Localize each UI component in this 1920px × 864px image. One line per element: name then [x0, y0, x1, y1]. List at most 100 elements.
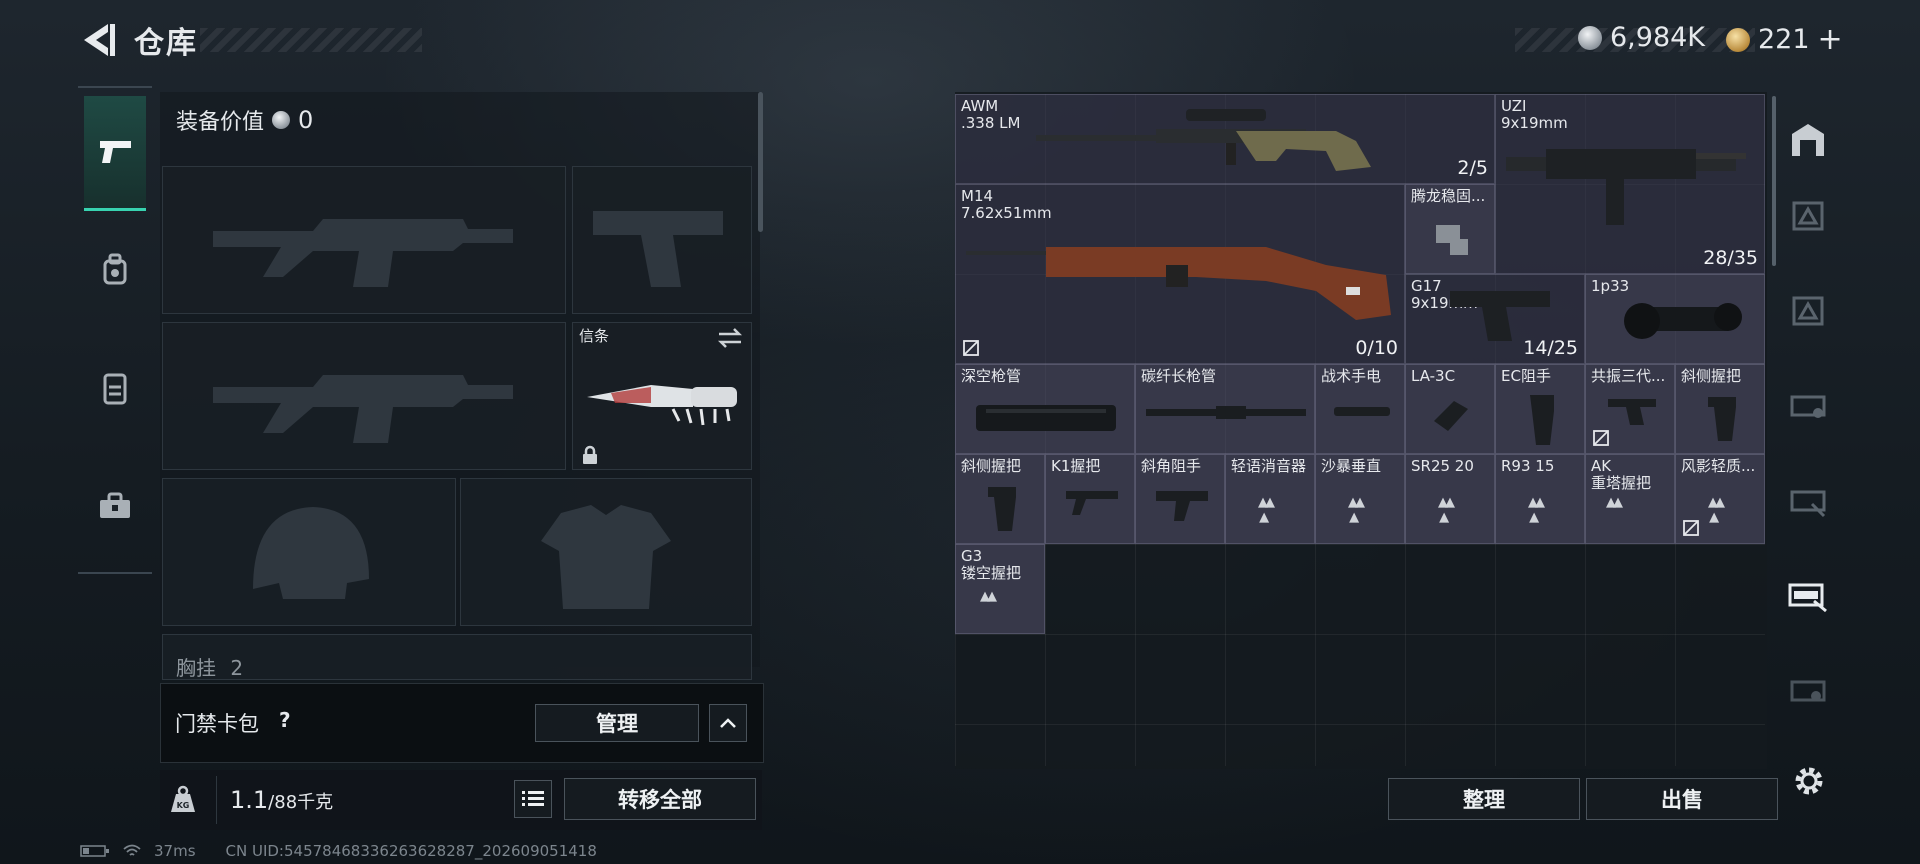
chest-rig-slot[interactable] [162, 634, 752, 680]
tab-storage-1[interactable] [1780, 470, 1836, 530]
svg-text:KG: KG [177, 801, 190, 810]
blueprint-icon: ▲▲ ▲ [1348, 495, 1365, 525]
inventory-item-m14[interactable]: M14 7.62x51mm 0/10 [955, 184, 1405, 364]
item-name: 斜侧握把 [961, 457, 1022, 475]
inventory-item-1p33[interactable]: 1p33 [1585, 274, 1765, 364]
blueprint-icon: ▲▲ [980, 589, 997, 604]
nav-vest[interactable] [84, 332, 146, 444]
inventory-item-long-barrel[interactable]: 碳纤长枪管 [1135, 364, 1315, 454]
gold-currency[interactable]: 221 + [1726, 22, 1843, 57]
expand-button[interactable] [709, 704, 747, 742]
uid-readout: CN UID:545784683362636282​87_20260905141… [225, 842, 597, 860]
tab-storage-5[interactable] [1780, 660, 1836, 720]
inventory-item-stock[interactable]: 腾龙稳固... [1405, 184, 1495, 274]
no-slot-icon [963, 340, 979, 356]
swap-icon[interactable] [717, 327, 743, 349]
vest-icon [103, 373, 127, 405]
title-decoration [200, 28, 422, 52]
inventory-item-flashlight[interactable]: 战术手电 [1315, 364, 1405, 454]
tab-home-storage[interactable] [1780, 110, 1836, 170]
inventory-item-sr25-mag[interactable]: SR25 20 ▲▲ ▲ [1405, 454, 1495, 544]
list-view-button[interactable] [514, 780, 552, 818]
no-slot-icon [1683, 520, 1699, 536]
page-title: 仓库 [134, 26, 198, 61]
inventory-item-angled-grip[interactable]: 斜侧握把 [1675, 364, 1765, 454]
armor-slot[interactable] [460, 478, 752, 626]
weight-readout: 1.1/88千克 [230, 786, 333, 814]
inventory-item-uzi[interactable]: UZI 9x19mm 28/35 [1495, 94, 1765, 274]
inventory-item-resonance[interactable]: 共振三代... [1585, 364, 1675, 454]
item-name: AK 重塔握把 [1591, 457, 1652, 492]
nav-weapons[interactable] [84, 96, 146, 211]
melee-slot[interactable]: 信条 [572, 322, 752, 470]
ping-readout: 37ms [154, 842, 196, 860]
weight-icon: KG [171, 785, 195, 812]
stock-icon [1436, 225, 1468, 255]
item-ammo-count: 2/5 [1457, 157, 1488, 179]
inventory-item-g17[interactable]: G17 9x19mm 14/25 [1405, 274, 1585, 364]
inventory-item-g3-grip[interactable]: G3 镂空握把 ▲▲ [955, 544, 1045, 634]
back-arrow-icon [84, 24, 115, 56]
item-name: 深空枪管 [961, 367, 1022, 385]
silver-coin-icon [1578, 25, 1602, 50]
inventory-item-r93-mag[interactable]: R93 15 ▲▲ ▲ [1495, 454, 1585, 544]
wifi-icon [123, 844, 141, 856]
blueprint-icon: ▲▲ ▲ [1438, 495, 1455, 525]
item-ammo-count: 28/35 [1703, 247, 1758, 269]
tab-storage-3[interactable] [1780, 280, 1836, 340]
keycard-label: 门禁卡包 [175, 712, 259, 736]
inventory-item-sandstorm[interactable]: 沙暴垂直 ▲▲ ▲ [1315, 454, 1405, 544]
silver-amount: 6,984K [1610, 22, 1706, 53]
chevron-up-icon [720, 718, 736, 728]
transfer-all-button[interactable]: 转移全部 [564, 778, 756, 820]
keycard-bar: 门禁卡包 ? 管理 [160, 683, 764, 763]
grip-icon [1708, 397, 1736, 441]
scope-icon [1624, 303, 1742, 339]
pistol-slot[interactable] [572, 166, 752, 314]
gold-coin-icon [1726, 27, 1750, 52]
item-name: 沙暴垂直 [1321, 457, 1382, 475]
inventory-item-ak-grip[interactable]: AK 重塔握把 ▲▲ [1585, 454, 1675, 544]
add-currency-button[interactable]: + [1818, 22, 1843, 57]
handstop-icon [1156, 491, 1208, 521]
settings-button[interactable] [1792, 764, 1826, 802]
tab-storage-2[interactable] [1780, 375, 1836, 435]
awm-rifle-icon [1036, 109, 1371, 171]
nav-backpack[interactable] [84, 214, 146, 326]
inventory-item-k1-grip[interactable]: K1握把 [1045, 454, 1135, 544]
blueprint-icon: ▲▲ [1606, 495, 1623, 510]
sort-button[interactable]: 整理 [1388, 778, 1580, 820]
tab-workbench-active[interactable] [1780, 565, 1836, 625]
item-name: 轻语消音器 [1231, 457, 1307, 475]
grip-icon [988, 487, 1016, 531]
item-name: 战术手电 [1321, 367, 1382, 385]
equip-value-label: 装备价值 [176, 110, 265, 135]
laser-icon [1434, 401, 1468, 431]
inventory-scrollbar[interactable] [1772, 96, 1776, 266]
divider [216, 776, 217, 824]
inventory-item-angled-grip-2[interactable]: 斜侧握把 [955, 454, 1045, 544]
primary-weapon-slot-2[interactable] [162, 322, 566, 470]
status-bar: 37ms CN UID:545784683362636282​87_202609… [80, 842, 597, 860]
nav-case[interactable] [84, 450, 146, 562]
weight-current: 1.1 [230, 786, 269, 814]
help-icon[interactable]: ? [279, 708, 291, 732]
inventory-item-light-stock[interactable]: 风影轻质... ▲▲ ▲ [1675, 454, 1765, 544]
helmet-slot[interactable] [162, 478, 456, 626]
uzi-smg-icon [1506, 149, 1746, 225]
tab-storage-4[interactable] [1780, 185, 1836, 245]
item-name: K1握把 [1051, 457, 1101, 475]
inventory-item-awm[interactable]: AWM .338 LM 2/5 [955, 94, 1495, 184]
inventory-item-angled-stop[interactable]: 斜角阻手 [1135, 454, 1225, 544]
loadout-scrollbar[interactable] [758, 92, 763, 232]
primary-weapon-slot-1[interactable] [162, 166, 566, 314]
inventory-item-barrel[interactable]: 深空枪管 [955, 364, 1135, 454]
item-name: 斜角阻手 [1141, 457, 1202, 475]
manage-button[interactable]: 管理 [535, 704, 699, 742]
inventory-item-suppressor[interactable]: 轻语消音器 ▲▲ ▲ [1225, 454, 1315, 544]
inventory-item-ec-handstop[interactable]: EC阻手 [1495, 364, 1585, 454]
inventory-item-la3c[interactable]: LA-3C [1405, 364, 1495, 454]
sell-button[interactable]: 出售 [1586, 778, 1778, 820]
back-button[interactable] [78, 20, 116, 60]
item-name: 斜侧握把 [1681, 367, 1742, 385]
